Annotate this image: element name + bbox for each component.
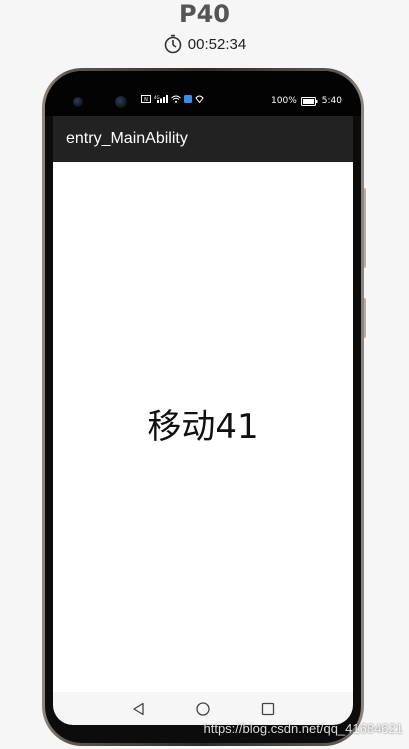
app-title: entry_MainAbility	[66, 130, 188, 147]
phone-screen: N 4G 100% 5:40 entry_MainAbility 移动41	[45, 71, 361, 743]
nfc-icon: N	[141, 95, 151, 103]
signal-icon: 4G	[154, 95, 168, 103]
recent-square-icon[interactable]	[260, 701, 276, 717]
elapsed-time: 00:52:34	[187, 35, 247, 53]
home-circle-icon[interactable]	[195, 701, 211, 717]
main-content: 移动41	[53, 162, 353, 692]
elapsed-timer: 00:52:34	[0, 34, 409, 54]
battery-icon	[300, 96, 318, 106]
svg-text:N: N	[144, 97, 148, 103]
app-bar: entry_MainAbility	[53, 116, 353, 162]
front-camera-icon	[73, 97, 83, 107]
status-bar: N 4G 100% 5:40	[45, 71, 361, 116]
status-icons-right: 100% 5:40	[271, 96, 342, 106]
status-icons-left: N 4G	[141, 95, 204, 103]
app-notification-icon	[184, 95, 192, 103]
watermark-url: https://blog.csdn.net/qq_41684621	[203, 721, 404, 736]
back-triangle-icon[interactable]	[131, 701, 147, 717]
wifi-icon	[171, 95, 181, 103]
center-text: 移动41	[147, 407, 259, 447]
svg-text:4G: 4G	[154, 95, 160, 100]
device-model-title: P40	[179, 0, 230, 28]
front-camera-secondary-icon	[115, 96, 127, 108]
location-icon	[195, 95, 204, 103]
status-time: 5:40	[321, 96, 342, 106]
battery-percent: 100%	[271, 96, 297, 106]
stopwatch-icon	[164, 34, 182, 54]
